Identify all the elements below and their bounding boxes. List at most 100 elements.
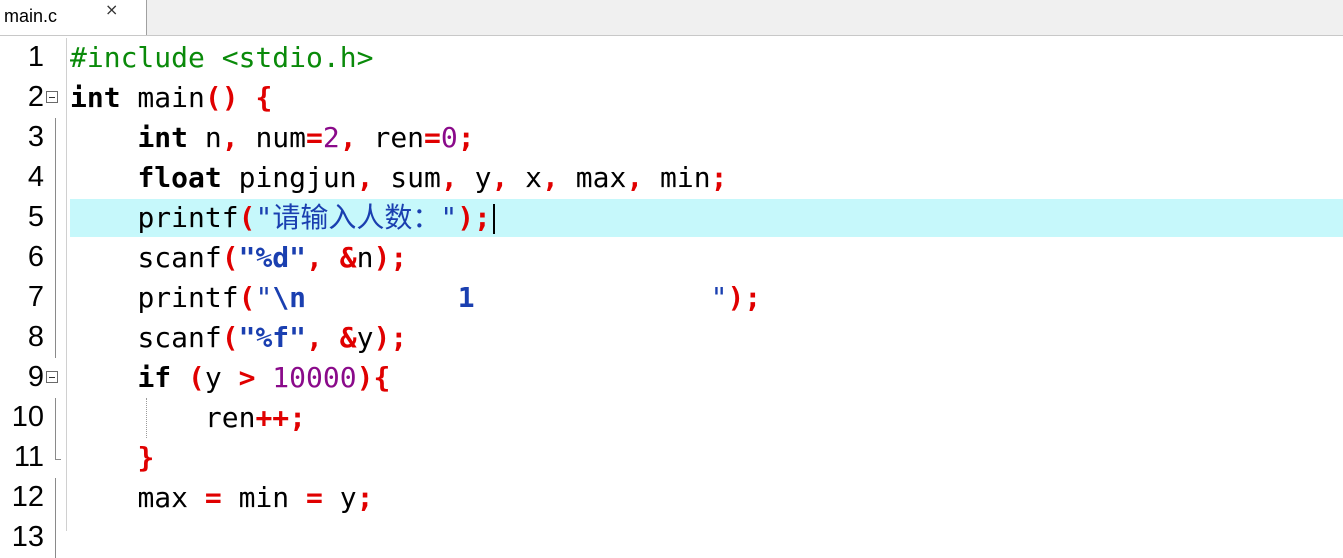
tab-label: main.c (4, 6, 58, 26)
code-text: if (y > 10000){ (70, 360, 390, 396)
fold-guide (55, 318, 56, 358)
line-number: 11 (13, 441, 44, 473)
operator: = (204, 481, 222, 514)
identifier: sum (373, 161, 441, 194)
identifier: min (221, 481, 307, 514)
punctuation: } (137, 441, 155, 474)
punctuation: , (306, 241, 323, 274)
code-line[interactable]: 1 #include <stdio.h> (0, 38, 1343, 78)
function-name: printf (137, 281, 239, 314)
identifier: y (457, 161, 492, 194)
line-number: 4 (27, 161, 44, 193)
code-line[interactable]: 7 printf("\n 1 "); (0, 278, 1343, 318)
identifier: main (120, 81, 205, 114)
code-line[interactable]: 9 if (y > 10000){ (0, 358, 1343, 398)
string-literal: "%f" (238, 321, 307, 354)
code-line[interactable]: 8 scanf("%f", &y); (0, 318, 1343, 358)
punctuation: , (491, 161, 509, 194)
function-name: scanf (137, 241, 222, 274)
code-text: scanf("%f", &y); (70, 320, 407, 356)
fold-guide (55, 278, 56, 318)
fold-guide (55, 198, 56, 238)
code-line[interactable]: 3 int n, num=2, ren=0; (0, 118, 1343, 158)
punctuation: ( (238, 281, 256, 314)
keyword: int (137, 121, 189, 154)
operator: = (306, 121, 323, 154)
number-literal: 0 (440, 121, 458, 154)
string-quote: " (255, 281, 273, 314)
number-literal: 10000 (255, 361, 357, 394)
identifier: n (356, 241, 374, 274)
line-number: 12 (11, 481, 44, 513)
keyword: int (70, 81, 121, 114)
keyword: if (137, 361, 172, 394)
code-text: int main() { (70, 80, 272, 116)
identifier: n (188, 121, 222, 154)
punctuation: ); (373, 321, 408, 354)
punctuation: , (339, 121, 357, 154)
punctuation: ); (727, 281, 762, 314)
punctuation: ( (238, 201, 256, 234)
fold-guide (55, 158, 56, 198)
function-name: printf (137, 201, 239, 234)
code-line[interactable]: 4 float pingjun, sum, y, x, max, min; (0, 158, 1343, 198)
string-literal: 1 (306, 281, 711, 314)
line-number: 3 (27, 121, 44, 153)
fold-guide (55, 118, 56, 158)
identifier: pingjun (221, 161, 357, 194)
code-line[interactable]: 13 (0, 518, 1343, 558)
fold-guide (55, 238, 56, 278)
punctuation: , (356, 161, 374, 194)
identifier: num (238, 121, 307, 154)
code-line[interactable]: 12 max = min = y; (0, 478, 1343, 518)
string-quote: " (710, 281, 728, 314)
identifier: ren (204, 401, 256, 434)
line-number: 2 (27, 81, 44, 113)
identifier: y (322, 481, 357, 514)
fold-guide (55, 478, 56, 518)
code-text: float pingjun, sum, y, x, max, min; (70, 160, 728, 196)
code-line[interactable]: 2 int main() { (0, 78, 1343, 118)
identifier: min (643, 161, 711, 194)
code-line-current[interactable]: 5 printf("请输入人数："); (0, 198, 1343, 238)
string-literal: 请输入人数： (272, 201, 441, 234)
tab-main-c[interactable]: main.c × (0, 0, 147, 35)
line-number: 13 (11, 521, 44, 553)
code-text: #include <stdio.h> (70, 40, 373, 76)
punctuation: ); (373, 241, 408, 274)
tab-bar: main.c × (0, 0, 1343, 36)
identifier: y (204, 361, 239, 394)
identifier: ren (356, 121, 425, 154)
operator: & (322, 321, 357, 354)
line-number: 5 (27, 201, 44, 233)
code-text: ren++; (70, 400, 306, 436)
fold-collapse-icon[interactable] (46, 371, 58, 383)
punctuation: ( (188, 361, 205, 394)
punctuation: ; (710, 161, 728, 194)
code-editor[interactable]: 1 #include <stdio.h> 2 int main() { 3 in… (0, 38, 1343, 558)
code-line[interactable]: 11 } (0, 438, 1343, 478)
code-line[interactable]: 6 scanf("%d", &n); (0, 238, 1343, 278)
text-caret (492, 204, 495, 234)
operator: = (424, 121, 441, 154)
fold-guide (55, 398, 56, 438)
line-number: 6 (27, 241, 44, 273)
function-name: scanf (137, 321, 222, 354)
fold-collapse-icon[interactable] (46, 91, 58, 103)
string-quote: " (440, 201, 458, 234)
operator: = (306, 481, 323, 514)
punctuation: ){ (356, 361, 391, 394)
punctuation: , (221, 121, 239, 154)
keyword: float (137, 161, 222, 194)
close-icon[interactable]: × (105, 0, 118, 19)
operator: > (238, 361, 256, 394)
punctuation: ; (356, 481, 374, 514)
code-line[interactable]: 10 ren++; (0, 398, 1343, 438)
code-text: } (70, 440, 154, 476)
